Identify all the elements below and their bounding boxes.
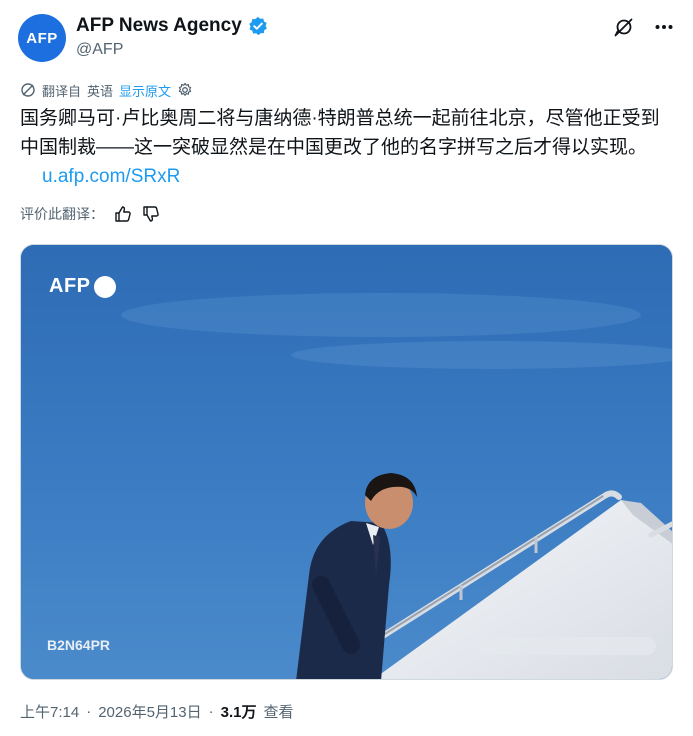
author-info: AFP News Agency @AFP: [76, 14, 268, 61]
gear-icon[interactable]: [177, 82, 193, 98]
display-name-row: AFP News Agency: [76, 14, 268, 38]
avatar-text: AFP: [26, 29, 58, 47]
meta-separator: ·: [208, 703, 214, 720]
tweet-photo[interactable]: AFP B2N64PR: [20, 244, 673, 680]
header-actions: [613, 16, 675, 38]
handrail-end: [603, 490, 622, 500]
tweet-body: 国务卿马可·卢比奥周二将与唐纳德·特朗普总统一起前往北京，尽管他正受到中国制裁—…: [20, 108, 660, 158]
thumbs-up-icon[interactable]: [114, 205, 132, 223]
tweet-time[interactable]: 上午7:14: [20, 701, 79, 722]
translation-bar: 翻译自 英语 显示原文: [20, 80, 193, 100]
rate-translation: 评价此翻译：: [20, 204, 160, 224]
handle[interactable]: @AFP: [76, 39, 268, 61]
translate-icon: [21, 83, 35, 97]
blurred-watermark: [476, 637, 656, 655]
views-label: 查看: [263, 704, 294, 721]
thumbs-down-icon[interactable]: [142, 205, 160, 223]
views-count: 3.1万: [220, 704, 257, 721]
photo-scene: [21, 245, 672, 679]
tweet-link[interactable]: u.afp.com/SRxR: [42, 166, 180, 187]
rate-translation-label: 评价此翻译：: [20, 206, 104, 222]
afp-logo-text: AFP: [49, 275, 91, 297]
avatar[interactable]: AFP: [18, 14, 66, 62]
afp-logo-dot: [93, 275, 116, 298]
afp-photo-logo: AFP: [49, 275, 116, 298]
tweet-date[interactable]: 2026年5月13日: [98, 701, 201, 722]
cloud-streak: [121, 293, 641, 337]
cloud-streak: [291, 341, 672, 369]
source-language: 英语: [87, 83, 114, 99]
translated-from-label: 翻译自: [42, 83, 82, 99]
display-name[interactable]: AFP News Agency: [76, 14, 242, 38]
photo-id: B2N64PR: [47, 637, 111, 653]
verified-badge-icon[interactable]: [248, 16, 268, 36]
grok-icon[interactable]: [613, 16, 635, 38]
show-original-link[interactable]: 显示原文: [119, 81, 171, 100]
tweet-text: 国务卿马可·卢比奥周二将与唐纳德·特朗普总统一起前往北京，尽管他正受到中国制裁—…: [20, 104, 670, 191]
tweet-meta: 上午7:14 · 2026年5月13日 · 3.1万 查看: [20, 701, 293, 722]
tweet-header: AFP AFP News Agency @AFP: [18, 14, 675, 66]
more-icon[interactable]: [653, 16, 675, 38]
meta-separator: ·: [86, 703, 92, 720]
